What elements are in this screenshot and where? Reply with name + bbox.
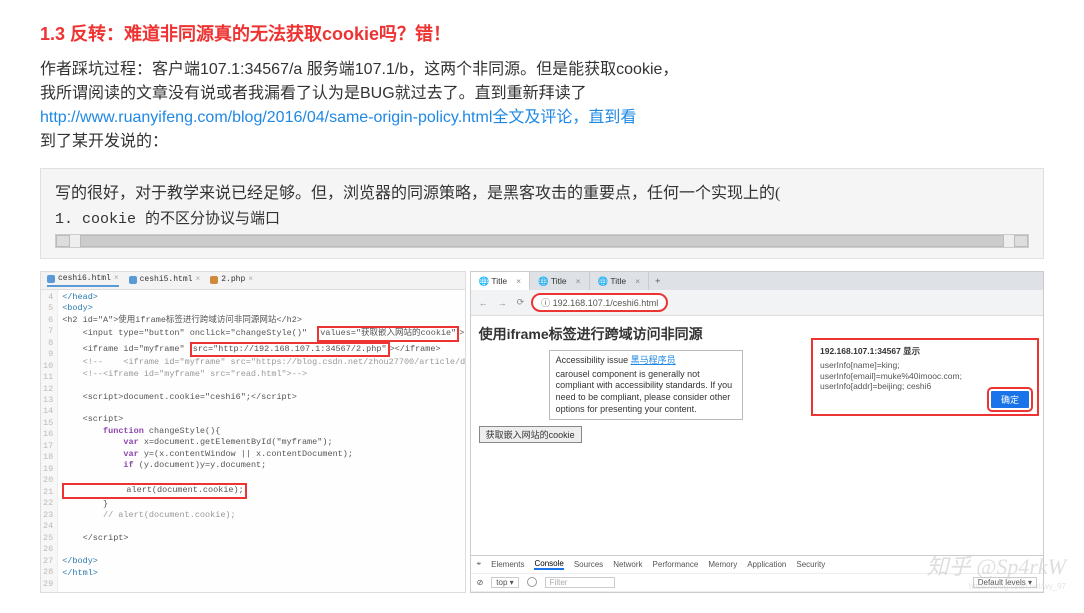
get-cookie-button[interactable]: 获取嵌入网站的cookie — [479, 426, 582, 443]
url-input[interactable]: ⓘ 192.168.107.1/ceshi6.html — [531, 293, 668, 312]
devtools-tab[interactable]: Console — [534, 559, 563, 570]
browser-tab[interactable]: 🌐 Title× — [530, 272, 590, 290]
devtools-filter-input[interactable]: Filter — [545, 577, 615, 588]
browser-content: 使用iframe标签进行跨域访问非同源 Accessibility issue … — [471, 316, 1043, 555]
devtools-panel: ⌖ Elements Console Sources Network Performan… — [471, 555, 1043, 592]
forward-arrow-icon[interactable]: → — [495, 298, 510, 308]
devtools-controls: ⊘ top ▾ Filter Default levels ▾ — [471, 574, 1043, 592]
devtools-inspect-icon[interactable]: ⌖ — [477, 559, 482, 569]
quote-line2: 1. cookie 的不区分协议与端口 — [55, 207, 1029, 228]
devtools-tab[interactable]: Performance — [653, 560, 699, 569]
new-tab-button[interactable]: + — [649, 276, 666, 286]
devtools-tab[interactable]: Security — [796, 560, 825, 569]
accessibility-box: Accessibility issue 黑马程序员 carousel compo… — [549, 350, 743, 420]
code-editor-panel: ceshi6.html × ceshi5.html × 2.php × 4 5 6 … — [40, 271, 466, 593]
acc-link[interactable]: 黑马程序员 — [631, 355, 676, 365]
line-number-gutter: 4 5 6 7 8 9 10 11 12 13 14 15 16 17 18 1… — [41, 290, 58, 592]
scroll-left-arrow[interactable] — [56, 235, 70, 247]
link-suffix: 全文及评论，直到看 — [492, 109, 636, 126]
devtools-context-select[interactable]: top ▾ — [491, 577, 518, 588]
para-line3: 到了某开发说的： — [40, 133, 168, 150]
browser-tab[interactable]: 🌐 Title× — [471, 272, 531, 290]
devtools-levels-select[interactable]: Default levels ▾ — [973, 577, 1037, 588]
reload-icon[interactable]: ⟳ — [514, 297, 528, 308]
devtools-tab[interactable]: Application — [747, 560, 786, 569]
browser-tab[interactable]: 🌐 Title× — [590, 272, 650, 290]
acc-head: Accessibility issue 黑马程序员 — [556, 355, 736, 367]
screenshot-row: ceshi6.html × ceshi5.html × 2.php × 4 5 6 … — [40, 271, 1044, 593]
editor-tab[interactable]: ceshi5.html × — [129, 275, 201, 286]
horizontal-scrollbar[interactable] — [55, 234, 1029, 248]
back-arrow-icon[interactable]: ← — [476, 298, 491, 308]
js-alert-dialog: 192.168.107.1:34567 显示 userInfo[name]=ki… — [811, 338, 1039, 416]
devtools-tab[interactable]: Sources — [574, 560, 603, 569]
editor-tab[interactable]: ceshi6.html × — [47, 274, 119, 287]
reference-link[interactable]: http://www.ruanyifeng.com/blog/2016/04/s… — [40, 109, 492, 126]
alert-body: userInfo[name]=king; userInfo[email]=muk… — [820, 360, 1030, 392]
browser-panel: 🌐 Title×🌐 Title×🌐 Title×+ ← → ⟳ ⓘ 192.16… — [470, 271, 1044, 593]
devtools-tab[interactable]: Memory — [708, 560, 737, 569]
scroll-right-arrow[interactable] — [1014, 235, 1028, 247]
devtools-eye-icon[interactable] — [527, 577, 537, 587]
alert-ok-button[interactable]: 确定 — [989, 389, 1031, 410]
devtools-clear-icon[interactable]: ⊘ — [477, 578, 484, 587]
alert-title: 192.168.107.1:34567 显示 — [820, 345, 1030, 357]
para-line1: 作者踩坑过程：客户端107.1:34567/a 服务端107.1/b，这两个非同… — [40, 61, 678, 78]
url-bar: ← → ⟳ ⓘ 192.168.107.1/ceshi6.html — [471, 290, 1043, 316]
quote-line1: 写的很好，对于教学来说已经足够。但，浏览器的同源策略，是黑客攻击的重要点，任何一… — [55, 179, 1029, 203]
section-heading: 1.3 反转：难道非同源真的无法获取cookie吗？错！ — [40, 20, 1044, 46]
acc-body: carousel component is generally not comp… — [556, 369, 736, 416]
devtools-tab[interactable]: Elements — [491, 560, 524, 569]
browser-tabs: 🌐 Title×🌐 Title×🌐 Title×+ — [471, 272, 1043, 290]
devtools-tab[interactable]: Network — [613, 560, 642, 569]
code-lines: </head> <body> <h2 id="A">使用iframe标签进行跨域… — [58, 290, 465, 592]
scroll-thumb[interactable] — [80, 235, 1004, 247]
para-line2: 我所谓阅读的文章没有说或者我漏看了认为是BUG就过去了。直到重新拜读了 — [40, 85, 587, 102]
quote-block: 写的很好，对于教学来说已经足够。但，浏览器的同源策略，是黑客攻击的重要点，任何一… — [40, 168, 1044, 259]
editor-tabs: ceshi6.html × ceshi5.html × 2.php × — [41, 272, 465, 290]
paragraph: 作者踩坑过程：客户端107.1:34567/a 服务端107.1/b，这两个非同… — [40, 58, 1044, 154]
editor-tab[interactable]: 2.php × — [210, 275, 253, 286]
devtools-tabs: ⌖ Elements Console Sources Network Performan… — [471, 556, 1043, 574]
